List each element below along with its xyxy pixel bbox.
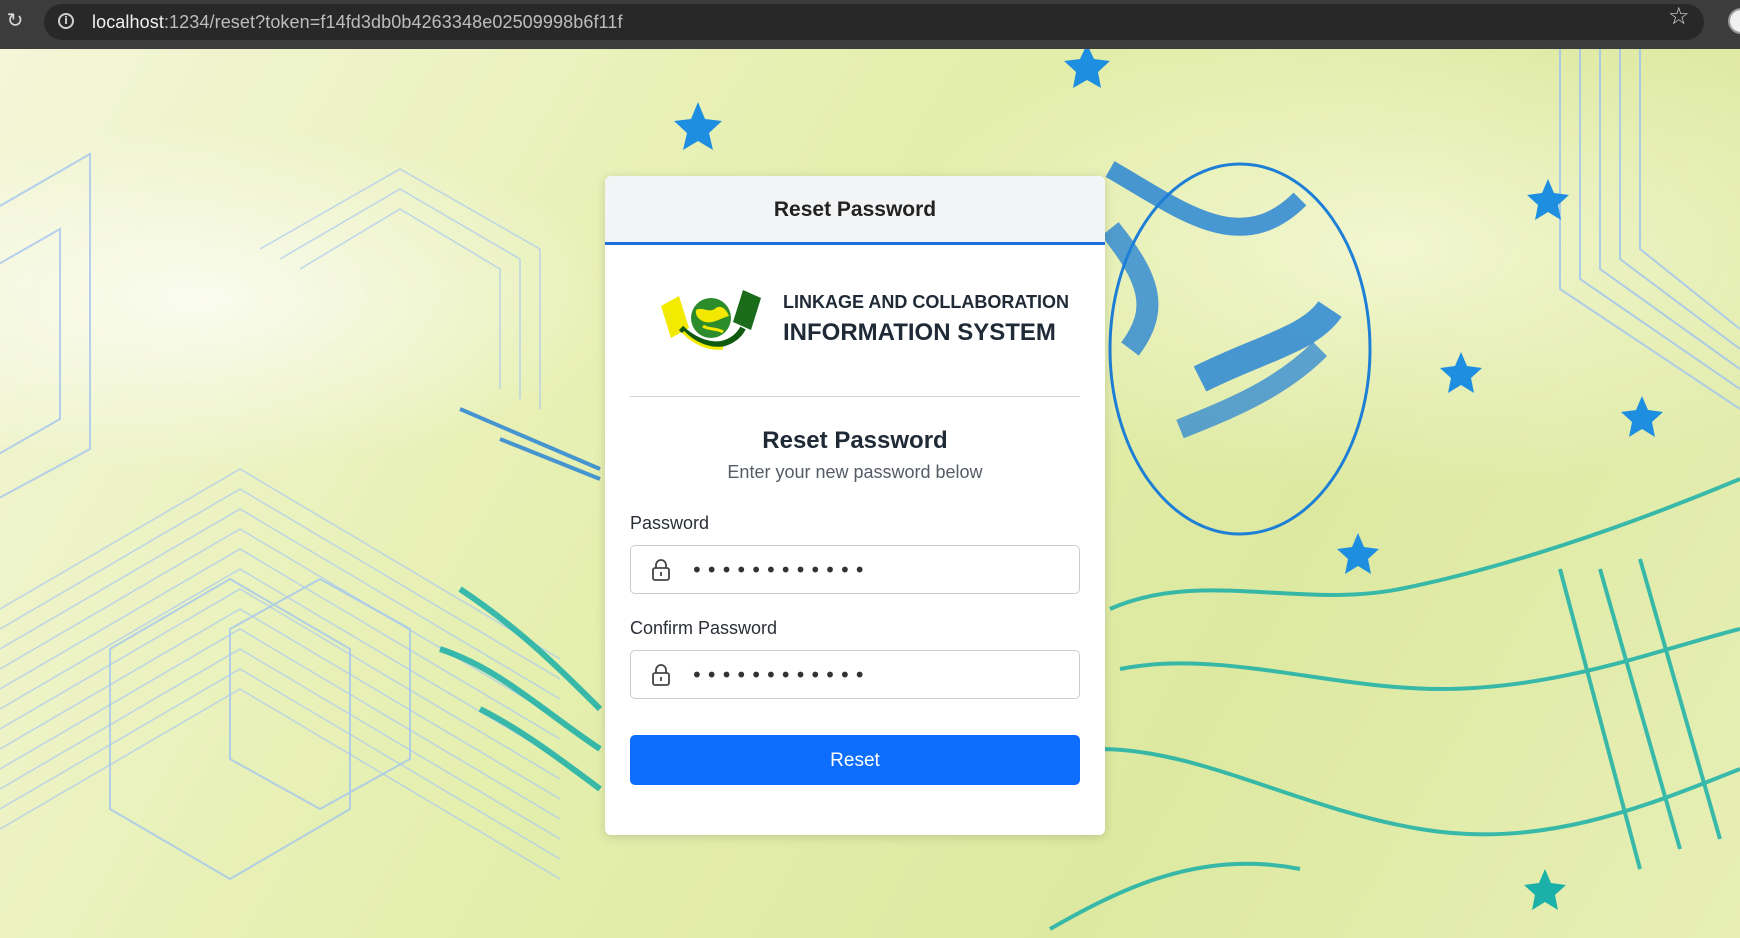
divider xyxy=(630,396,1080,397)
address-bar[interactable]: i localhost:1234/reset?token=f14fd3db0b4… xyxy=(44,4,1704,40)
lock-icon xyxy=(652,664,670,686)
reset-password-card: Reset Password LINKAGE AND COLLABORATION… xyxy=(605,176,1105,835)
bookmark-star-icon[interactable]: ☆ xyxy=(1668,5,1690,29)
url-host: localhost xyxy=(92,12,164,32)
confirm-password-label: Confirm Password xyxy=(630,618,778,638)
browser-toolbar: ↻ i localhost:1234/reset?token=f14fd3db0… xyxy=(0,0,1740,49)
password-field[interactable]: •••••••••••• xyxy=(630,545,1080,594)
brand: LINKAGE AND COLLABORATION INFORMATION SY… xyxy=(661,288,1081,368)
brand-line2: INFORMATION SYSTEM xyxy=(783,319,1056,346)
card-header-title: Reset Password xyxy=(773,198,937,221)
confirm-password-field[interactable]: •••••••••••• xyxy=(630,650,1080,699)
reload-icon[interactable]: ↻ xyxy=(4,10,26,32)
reset-button[interactable]: Reset xyxy=(630,735,1080,785)
password-label: Password xyxy=(630,513,710,533)
card-header: Reset Password xyxy=(605,176,1105,245)
form-title: Reset Password xyxy=(762,427,948,454)
lock-icon xyxy=(652,559,670,581)
confirm-password-value: •••••••••••• xyxy=(691,663,869,687)
brand-line1: LINKAGE AND COLLABORATION xyxy=(783,292,1069,312)
profile-avatar[interactable] xyxy=(1728,8,1740,34)
url-path: :1234/reset?token=f14fd3db0b4263348e0250… xyxy=(163,12,623,32)
handshake-globe-logo-icon xyxy=(661,290,761,350)
info-icon[interactable]: i xyxy=(58,13,74,29)
url-text[interactable]: localhost:1234/reset?token=f14fd3db0b426… xyxy=(92,12,623,32)
password-value: •••••••••••• xyxy=(691,558,869,582)
form-subtitle: Enter your new password below xyxy=(727,462,983,482)
